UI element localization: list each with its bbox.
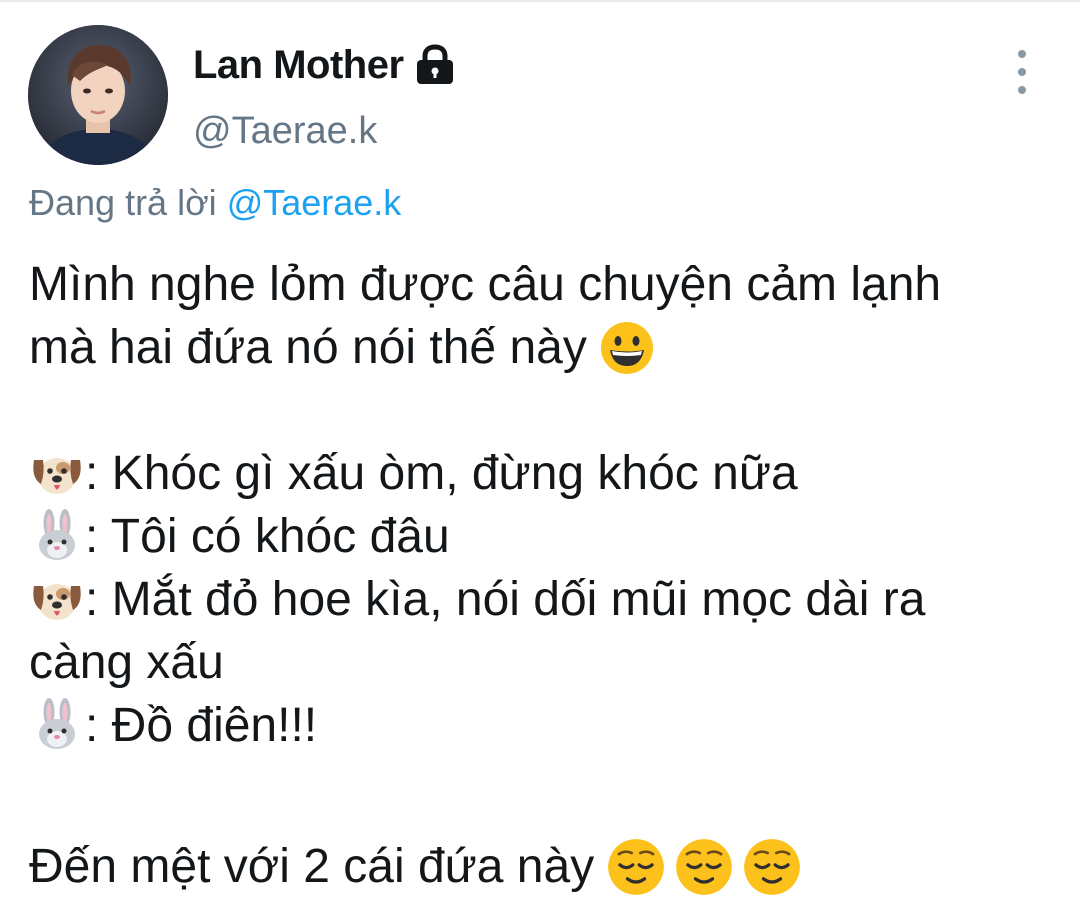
tweet-line: càng xấu — [29, 631, 1069, 694]
author-name-row: Lan Mother — [193, 40, 456, 90]
dialogue-line: : Khóc gì xấu òm, đừng khóc nữa — [29, 442, 1069, 505]
rabbit-face-emoji — [39, 697, 75, 749]
dialogue-line: : Mắt đỏ hoe kìa, nói dối mũi mọc dài ra — [29, 568, 1069, 631]
tweet-text: Mình nghe lỏm được câu chuyện cảm lạnh m… — [29, 253, 1069, 898]
dialogue-line: : Tôi có khóc đâu — [29, 505, 1069, 568]
tweet-line-text: mà hai đứa nó nói thế này — [29, 321, 587, 374]
more-vertical-icon-dot — [1018, 86, 1026, 94]
more-vertical-icon — [1018, 50, 1026, 58]
dialogue-text: : Mắt đỏ hoe kìa, nói dối mũi mọc dài ra — [85, 573, 926, 626]
closing-line: Đến mệt với 2 cái đứa này — [29, 835, 1069, 898]
lock-icon — [414, 44, 456, 86]
dialogue-text-continued: càng xấu — [29, 636, 224, 689]
dog-face-emoji — [33, 583, 81, 620]
grinning-face-emoji — [600, 321, 653, 374]
more-vertical-icon-dot — [1018, 68, 1026, 76]
dialogue-line: : Đồ điên!!! — [29, 694, 1069, 757]
top-divider — [0, 0, 1080, 2]
relieved-face-emoji — [744, 838, 801, 895]
tweet-line-text: Mình nghe lỏm được câu chuyện cảm lạnh — [29, 258, 942, 311]
closing-text: Đến mệt với 2 cái đứa này — [29, 840, 595, 893]
more-options-button[interactable] — [1002, 50, 1042, 94]
tweet-line: Mình nghe lỏm được câu chuyện cảm lạnh — [29, 253, 1069, 316]
tweet-line: mà hai đứa nó nói thế này — [29, 316, 1069, 379]
display-name[interactable]: Lan Mother — [193, 43, 404, 88]
profile-photo — [28, 25, 168, 165]
dialogue-text: : Tôi có khóc đâu — [85, 510, 450, 563]
replying-to: Đang trả lời @Taerae.k — [29, 182, 401, 224]
dialogue-text: : Khóc gì xấu òm, đừng khóc nữa — [85, 447, 798, 500]
relieved-face-emoji — [608, 838, 665, 895]
reply-mention-link[interactable]: @Taerae.k — [227, 182, 402, 223]
relieved-face-emoji — [676, 838, 733, 895]
author-handle[interactable]: @Taerae.k — [193, 110, 377, 153]
dog-face-emoji — [33, 457, 81, 494]
dialogue-text: : Đồ điên!!! — [85, 699, 318, 752]
rabbit-face-emoji — [39, 508, 75, 560]
avatar[interactable] — [28, 25, 168, 165]
replying-to-label: Đang trả lời — [29, 182, 227, 223]
